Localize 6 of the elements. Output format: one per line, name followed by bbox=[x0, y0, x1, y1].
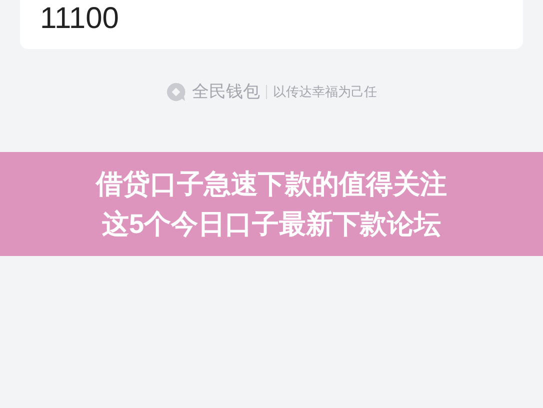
slogan-text: 以传达幸福为己任 bbox=[273, 83, 377, 102]
banner-title-line: 借贷口子急速下款的值得关注 bbox=[96, 168, 447, 201]
brand-name: 全民钱包 bbox=[192, 81, 260, 104]
logo-icon bbox=[166, 82, 186, 102]
amount-text: 11100 bbox=[40, 2, 119, 36]
banner-title-line: 这5个今日口子最新下款论坛 bbox=[102, 208, 442, 241]
